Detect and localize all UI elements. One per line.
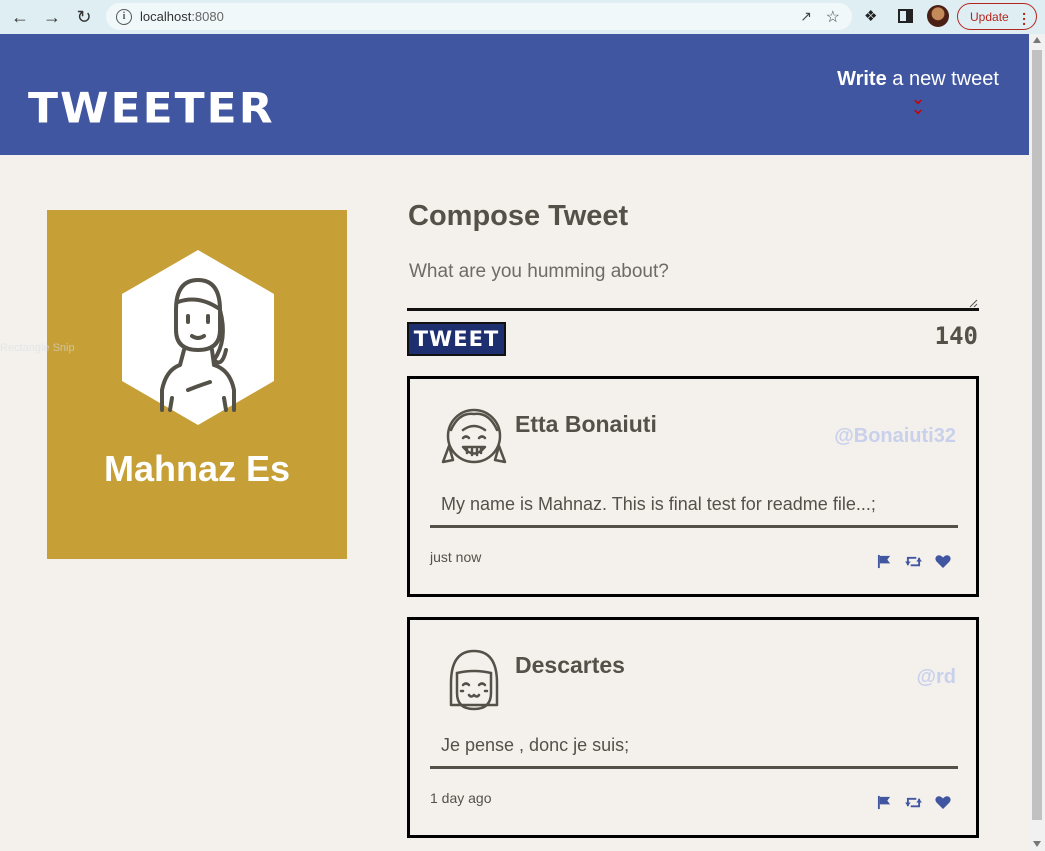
tweet-actions [876,794,951,811]
page-scrollbar[interactable] [1029,34,1045,851]
tweet-timestamp: just now [430,549,482,565]
write-label-bold: Write [837,68,887,90]
tweet-submit-button[interactable]: TWEET [407,322,506,356]
scroll-up-arrow-icon[interactable] [1033,37,1041,43]
site-info-icon[interactable]: i [116,8,132,25]
tweet-author-handle: @rd [916,666,956,688]
url-host: localhost [140,9,192,24]
profile-name: Mahnaz Es [103,448,291,489]
tweet-timestamp: 1 day ago [430,790,492,806]
tweet-divider [430,525,958,528]
write-new-tweet-toggle[interactable]: Write a new tweet ⌄ ⌄ [837,68,999,117]
char-counter: 140 [934,322,978,350]
compose-title: Compose Tweet [408,200,629,232]
address-bar[interactable]: i localhost:8080 ↗ ☆ [106,3,852,30]
scrollbar-thumb[interactable] [1032,50,1042,820]
back-icon[interactable]: ← [10,7,30,27]
profile-avatar-hexagon-icon [122,250,274,425]
tweet-author-name: Etta Bonaiuti [515,411,657,437]
url-text: localhost:8080 [140,9,224,24]
forward-icon[interactable]: → [42,7,62,27]
flag-icon[interactable] [876,794,893,811]
kebab-menu-icon[interactable]: ... [1022,3,1026,27]
tweet-text: Je pense , donc je suis; [441,735,630,755]
reload-icon[interactable]: ↻ [74,7,94,27]
browser-toolbar: ← → ↻ i localhost:8080 ↗ ☆ ❖ Update ... [0,0,1045,34]
update-label: Update [970,9,1009,24]
tweet-text: My name is Mahnaz. This is final test fo… [441,494,876,514]
write-label-rest: a new tweet [886,68,999,90]
profile-card: Mahnaz Es [47,210,347,559]
app-header: TWEETER Write a new tweet ⌄ ⌄ [0,34,1029,155]
double-chevron-down-icon[interactable]: ⌄ ⌄ [837,89,999,117]
retweet-icon[interactable] [905,794,922,811]
user-avatar-girl-bangs-icon [449,649,499,711]
snip-overlay-text: Rectangle Snip [0,342,75,354]
url-port: :8080 [191,9,224,24]
bookmark-star-icon[interactable]: ☆ [826,7,840,27]
profile-avatar[interactable] [927,5,949,27]
user-avatar-girl-pigtails-icon [441,408,507,464]
tweet-author-name: Descartes [515,652,625,678]
tweet-author-handle: @Bonaiuti32 [834,425,956,447]
share-icon[interactable]: ↗ [800,8,812,25]
retweet-icon[interactable] [905,553,922,570]
heart-icon[interactable] [934,553,951,570]
tweet-card: Etta Bonaiuti @Bonaiuti32 My name is Mah… [407,376,979,597]
tweet-actions [876,553,951,570]
heart-icon[interactable] [934,794,951,811]
tweet-card: Descartes @rd Je pense , donc je suis; 1… [407,617,979,838]
side-panel-icon[interactable] [898,9,913,23]
update-button[interactable]: Update ... [957,3,1037,30]
scroll-down-arrow-icon[interactable] [1033,841,1041,847]
resize-handle-icon[interactable] [968,298,978,308]
app-logo: TWEETER [28,84,275,133]
tweet-divider [430,766,958,769]
flag-icon[interactable] [876,553,893,570]
tweet-text-input[interactable] [407,257,979,311]
extensions-puzzle-icon[interactable]: ❖ [864,7,877,25]
